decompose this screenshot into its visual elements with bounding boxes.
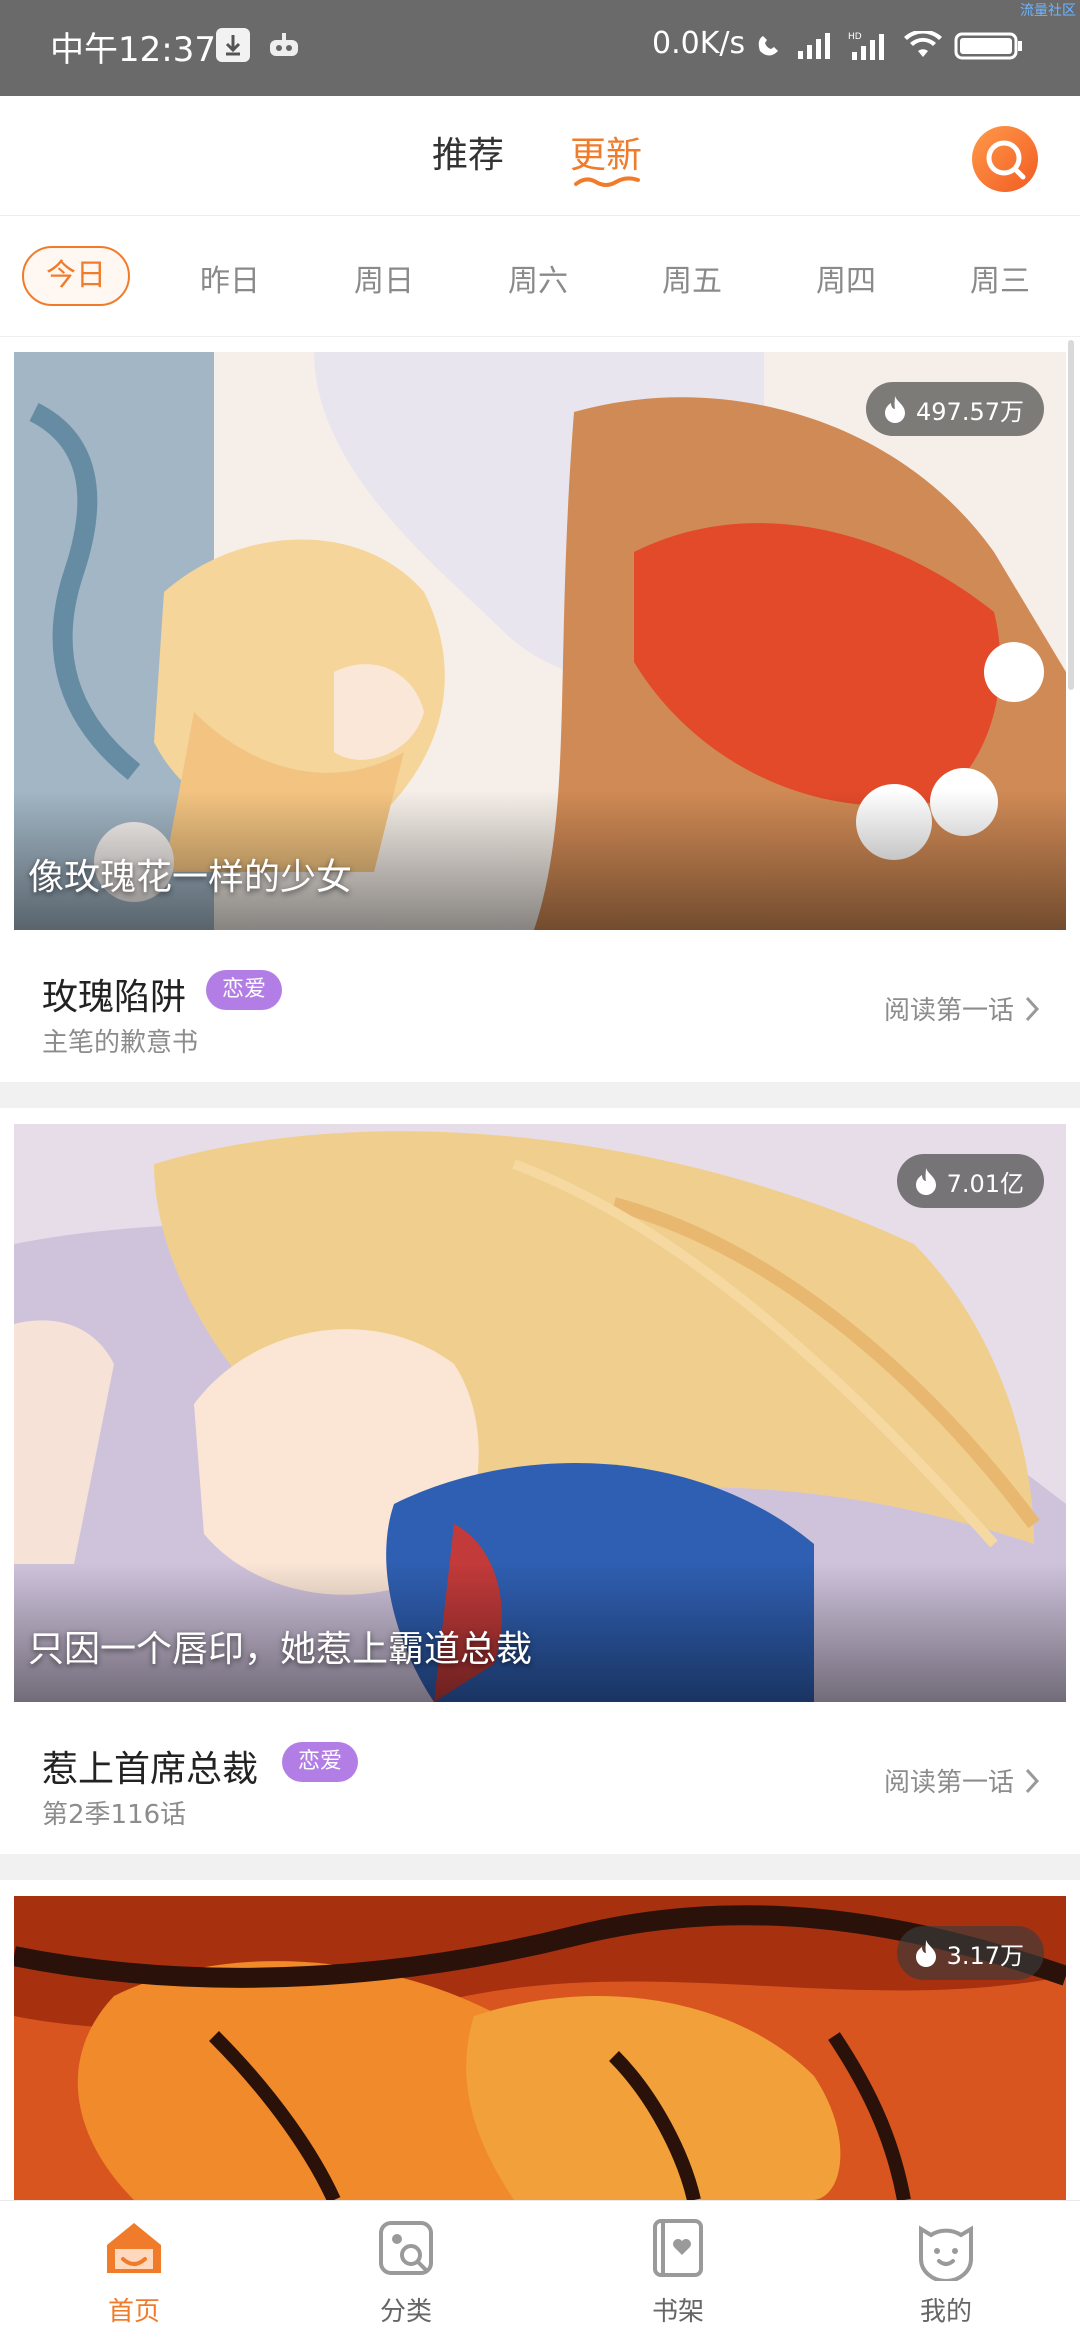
nav-category-label: 分类	[379, 2297, 432, 2327]
category-icon	[379, 2221, 433, 2275]
nav-home-label: 首页	[107, 2297, 160, 2327]
comic-info: 惹上首席总裁 恋爱 第2季116话 阅读第一话	[0, 1702, 1080, 1852]
chevron-right-icon	[1025, 996, 1040, 1021]
read-first-chapter-label: 阅读第一话	[883, 996, 1014, 1026]
section-gap	[0, 1082, 1080, 1108]
status-time: 中午12:37	[50, 30, 216, 70]
nav-home[interactable]: 首页	[64, 2215, 204, 2328]
corner-watermark: 流量社区	[1020, 3, 1076, 19]
signal-hd-icon: HD	[848, 32, 884, 60]
read-first-chapter-link[interactable]: 阅读第一话	[884, 990, 1040, 1027]
comic-card[interactable]: 只因一个唇印，她惹上霸道总裁 7.01亿 惹上首席总裁 恋爱 第2季116话 阅…	[0, 1124, 1080, 1854]
download-icon	[216, 28, 250, 62]
section-gap	[0, 1854, 1080, 1880]
popularity-badge: 497.57万	[866, 382, 1044, 436]
day-tab-yesterday[interactable]: 昨日	[200, 256, 260, 300]
day-tab-sunday[interactable]: 周日	[354, 256, 414, 300]
comic-card[interactable]: 3.17万	[0, 1896, 1080, 2200]
comic-title[interactable]: 玫瑰陷阱	[42, 968, 186, 1020]
svg-text:HD: HD	[848, 32, 862, 42]
day-tab-today[interactable]: 今日	[22, 246, 130, 306]
read-first-chapter-link[interactable]: 阅读第一话	[884, 1762, 1040, 1799]
popularity-badge: 7.01亿	[896, 1154, 1044, 1208]
nav-bookshelf[interactable]: 书架	[608, 2215, 748, 2328]
status-bar: 中午12:37 0.0K/s HD 流量社区	[0, 0, 1080, 96]
day-tabs: 今日 昨日 周日 周六 周五 周四 周三	[0, 216, 1080, 337]
robot-icon	[266, 30, 302, 62]
active-tab-indicator	[574, 176, 640, 187]
day-tab-thursday[interactable]: 周四	[816, 256, 876, 300]
wifi-icon	[904, 31, 942, 57]
popularity-count: 7.01亿	[946, 1169, 1024, 1198]
nav-profile-label: 我的	[919, 2297, 972, 2327]
comic-info: 玫瑰陷阱 恋爱 主笔的歉意书 阅读第一话	[0, 930, 1080, 1080]
fire-icon	[885, 396, 906, 423]
comic-cover-image[interactable]: 只因一个唇印，她惹上霸道总裁 7.01亿	[14, 1124, 1066, 1702]
comic-card[interactable]: 像玫瑰花一样的少女 497.57万 玫瑰陷阱 恋爱 主笔的歉意书 阅读第一话	[0, 352, 1080, 1082]
nav-category[interactable]: 分类	[336, 2215, 476, 2328]
day-tab-friday[interactable]: 周五	[662, 256, 722, 300]
status-icons: HD	[754, 28, 1024, 64]
profile-face-icon	[919, 2225, 973, 2283]
comic-cover-image[interactable]: 3.17万	[14, 1896, 1066, 2200]
bottom-navigation: 首页 分类 书架 我的	[0, 2200, 1080, 2341]
read-first-chapter-label: 阅读第一话	[883, 1768, 1014, 1798]
home-icon	[107, 2223, 161, 2273]
popularity-badge: 3.17万	[896, 1926, 1044, 1980]
scrollbar[interactable]	[1068, 340, 1074, 690]
popularity-count: 3.17万	[946, 1941, 1024, 1970]
fire-icon	[915, 1168, 936, 1195]
bookshelf-icon	[653, 2219, 703, 2277]
tab-update[interactable]: 更新	[570, 126, 642, 178]
comic-title[interactable]: 惹上首席总裁	[42, 1740, 258, 1792]
search-icon	[986, 140, 1026, 180]
signal-icon	[798, 33, 830, 59]
comic-subtitle: 第2季116话	[42, 1800, 187, 1830]
cover-caption: 像玫瑰花一样的少女	[28, 857, 353, 898]
top-navigation: 推荐 更新	[0, 96, 1080, 216]
genre-tag[interactable]: 恋爱	[282, 1742, 359, 1782]
genre-tag[interactable]: 恋爱	[206, 970, 283, 1010]
tab-recommend[interactable]: 推荐	[432, 126, 504, 178]
network-speed: 0.0K/s	[652, 26, 746, 61]
battery-icon	[954, 32, 1022, 60]
fire-icon	[915, 1940, 936, 1967]
day-tab-wednesday[interactable]: 周三	[970, 256, 1030, 300]
cover-caption: 只因一个唇印，她惹上霸道总裁	[28, 1629, 533, 1670]
nav-profile[interactable]: 我的	[876, 2215, 1016, 2328]
search-button[interactable]	[972, 126, 1038, 192]
call-icon	[758, 36, 778, 56]
day-tab-saturday[interactable]: 周六	[508, 256, 568, 300]
nav-bookshelf-label: 书架	[651, 2297, 704, 2327]
comic-cover-image[interactable]: 像玫瑰花一样的少女 497.57万	[14, 352, 1066, 930]
chevron-right-icon	[1025, 1768, 1040, 1793]
popularity-count: 497.57万	[916, 397, 1024, 426]
divider	[0, 336, 1080, 337]
comic-subtitle: 主笔的歉意书	[42, 1028, 199, 1058]
